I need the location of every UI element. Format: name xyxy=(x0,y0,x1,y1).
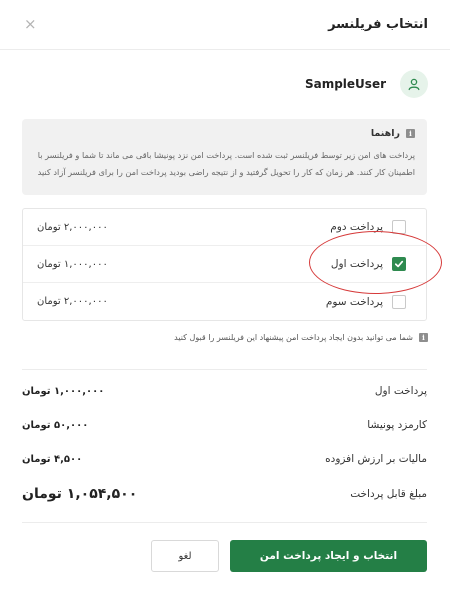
info-icon: i xyxy=(406,129,415,138)
cancel-button[interactable]: لغو xyxy=(151,540,219,572)
payment-label: پرداخت اول xyxy=(330,258,383,270)
payment-amount: ۲,۰۰۰,۰۰۰ تومان xyxy=(37,221,108,233)
user-icon xyxy=(400,70,428,98)
freelancer-username: SampleUser xyxy=(304,77,386,91)
check-icon xyxy=(394,260,404,268)
modal-title: انتخاب فریلنسر xyxy=(328,17,428,32)
guide-line-1: پرداخت های امن زیر توسط فریلنسر ثبت شده … xyxy=(37,150,415,160)
total-row: مبلغ قابل پرداخت ۱,۰۵۴,۵۰۰ تومان xyxy=(22,486,427,502)
select-freelancer-modal: انتخاب فریلنسر × SampleUser i راهنما پرد… xyxy=(0,0,450,593)
summary-value: ۴,۵۰۰ تومان xyxy=(22,453,83,465)
select-and-create-payment-button[interactable]: انتخاب و ایجاد پرداخت امن xyxy=(230,540,427,572)
payment-row-second[interactable]: پرداخت دوم ۲,۰۰۰,۰۰۰ تومان xyxy=(23,209,426,246)
summary-value: ۵۰,۰۰۰ تومان xyxy=(22,419,89,431)
summary-row: کارمزد پونیشا ۵۰,۰۰۰ تومان xyxy=(22,419,427,431)
summary-label: کارمزد پونیشا xyxy=(367,419,427,431)
close-icon[interactable]: × xyxy=(24,17,37,32)
payment-label: پرداخت دوم xyxy=(330,221,383,233)
total-value: ۱,۰۵۴,۵۰۰ تومان xyxy=(22,486,138,502)
guide-header: i راهنما xyxy=(34,128,415,139)
payments-list: پرداخت دوم ۲,۰۰۰,۰۰۰ تومان پرداخت اول ۱,… xyxy=(22,208,427,321)
summary-value: ۱,۰۰۰,۰۰۰ تومان xyxy=(22,385,105,397)
payment-amount: ۲,۰۰۰,۰۰۰ تومان xyxy=(37,296,108,307)
divider xyxy=(22,522,427,523)
payment-amount: ۱,۰۰۰,۰۰۰ تومان xyxy=(37,258,108,270)
payment-row-third[interactable]: پرداخت سوم ۲,۰۰۰,۰۰۰ تومان xyxy=(23,283,426,320)
payment-second-checkbox[interactable] xyxy=(392,220,406,234)
guide-line-2: اطمینان کار کنند. هر زمان که کار را تحوی… xyxy=(37,167,415,177)
footer-actions: لغو انتخاب و ایجاد پرداخت امن xyxy=(151,540,427,572)
summary-label: پرداخت اول xyxy=(374,385,427,397)
guide-box: i راهنما پرداخت های امن زیر توسط فریلنسر… xyxy=(22,119,427,195)
summary-label: مالیات بر ارزش افزوده xyxy=(325,453,427,465)
summary-row: مالیات بر ارزش افزوده ۴,۵۰۰ تومان xyxy=(22,453,427,465)
note: i شما می توانید بدون ایجاد پرداخت امن پی… xyxy=(174,333,428,342)
total-label: مبلغ قابل پرداخت xyxy=(350,488,427,500)
guide-text: پرداخت های امن زیر توسط فریلنسر ثبت شده … xyxy=(34,147,415,181)
payment-first-checkbox[interactable] xyxy=(392,257,406,271)
divider xyxy=(22,369,427,370)
freelancer-info: SampleUser xyxy=(305,70,428,98)
note-text: شما می توانید بدون ایجاد پرداخت امن پیشن… xyxy=(174,333,413,342)
guide-title: راهنما xyxy=(370,128,400,139)
info-icon: i xyxy=(419,333,428,342)
payment-third-checkbox[interactable] xyxy=(392,294,406,309)
summary-row: پرداخت اول ۱,۰۰۰,۰۰۰ تومان xyxy=(22,385,427,397)
payment-label: پرداخت سوم xyxy=(325,295,383,308)
payment-row-first[interactable]: پرداخت اول ۱,۰۰۰,۰۰۰ تومان xyxy=(23,246,426,283)
modal-header: انتخاب فریلنسر × xyxy=(0,0,450,50)
